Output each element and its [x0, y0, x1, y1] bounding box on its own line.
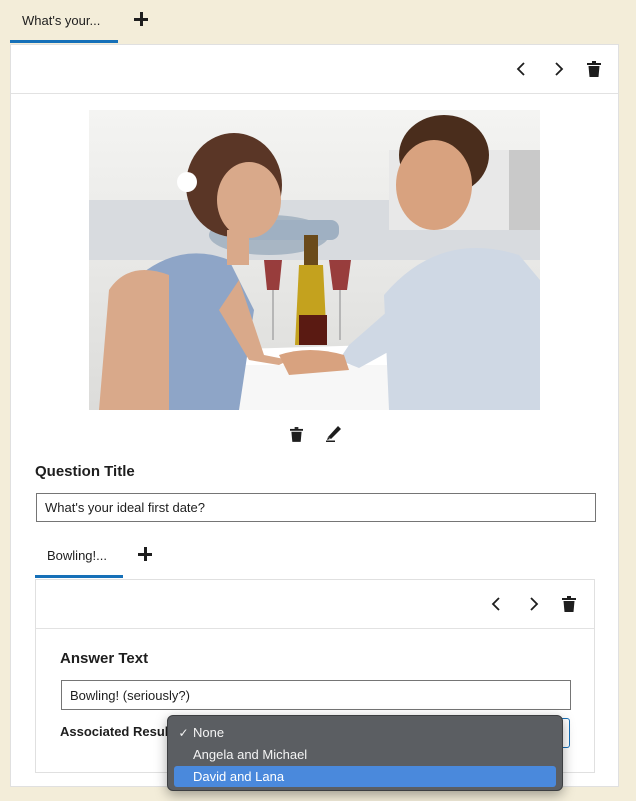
dropdown-option-david-and-lana[interactable]: David and Lana — [174, 766, 556, 787]
dropdown-option-none[interactable]: ✓ None — [174, 722, 556, 743]
answer-tab-active-indicator — [35, 575, 123, 578]
answer-text-label: Answer Text — [60, 650, 149, 667]
tab-question-1[interactable]: What's your... — [22, 13, 100, 28]
delete-image-trash-icon[interactable] — [286, 424, 306, 444]
dropdown-option-angela-and-michael[interactable]: Angela and Michael — [174, 744, 556, 765]
associated-result-label: Associated Result — [60, 724, 173, 739]
checkmark-icon: ✓ — [178, 725, 189, 740]
option-label: David and Lana — [193, 769, 285, 784]
answer-toolbar-divider — [36, 628, 594, 629]
answer-chevron-right-icon[interactable] — [524, 594, 544, 614]
question-title-input[interactable]: What's your ideal first date? — [36, 493, 596, 522]
chevron-left-icon[interactable] — [511, 59, 531, 79]
trash-icon[interactable] — [584, 59, 604, 79]
answer-trash-icon[interactable] — [559, 594, 579, 614]
toolbar-divider — [11, 93, 618, 94]
tab-active-indicator — [10, 40, 118, 43]
add-answer-tab-plus-icon[interactable] — [138, 547, 152, 561]
answer-chevron-left-icon[interactable] — [486, 594, 506, 614]
option-label: Angela and Michael — [193, 747, 308, 762]
edit-image-pencil-icon[interactable] — [323, 423, 343, 443]
option-label: None — [193, 725, 225, 740]
question-image — [89, 110, 540, 410]
answer-text-input[interactable]: Bowling! (seriously?) — [61, 680, 571, 710]
question-title-label: Question Title — [35, 463, 135, 480]
add-question-tab-plus-icon[interactable] — [134, 12, 148, 26]
tab-answer-1[interactable]: Bowling!... — [47, 548, 107, 563]
associated-result-dropdown[interactable]: ✓ None Angela and Michael David and Lana — [167, 715, 563, 791]
chevron-right-icon[interactable] — [549, 59, 569, 79]
